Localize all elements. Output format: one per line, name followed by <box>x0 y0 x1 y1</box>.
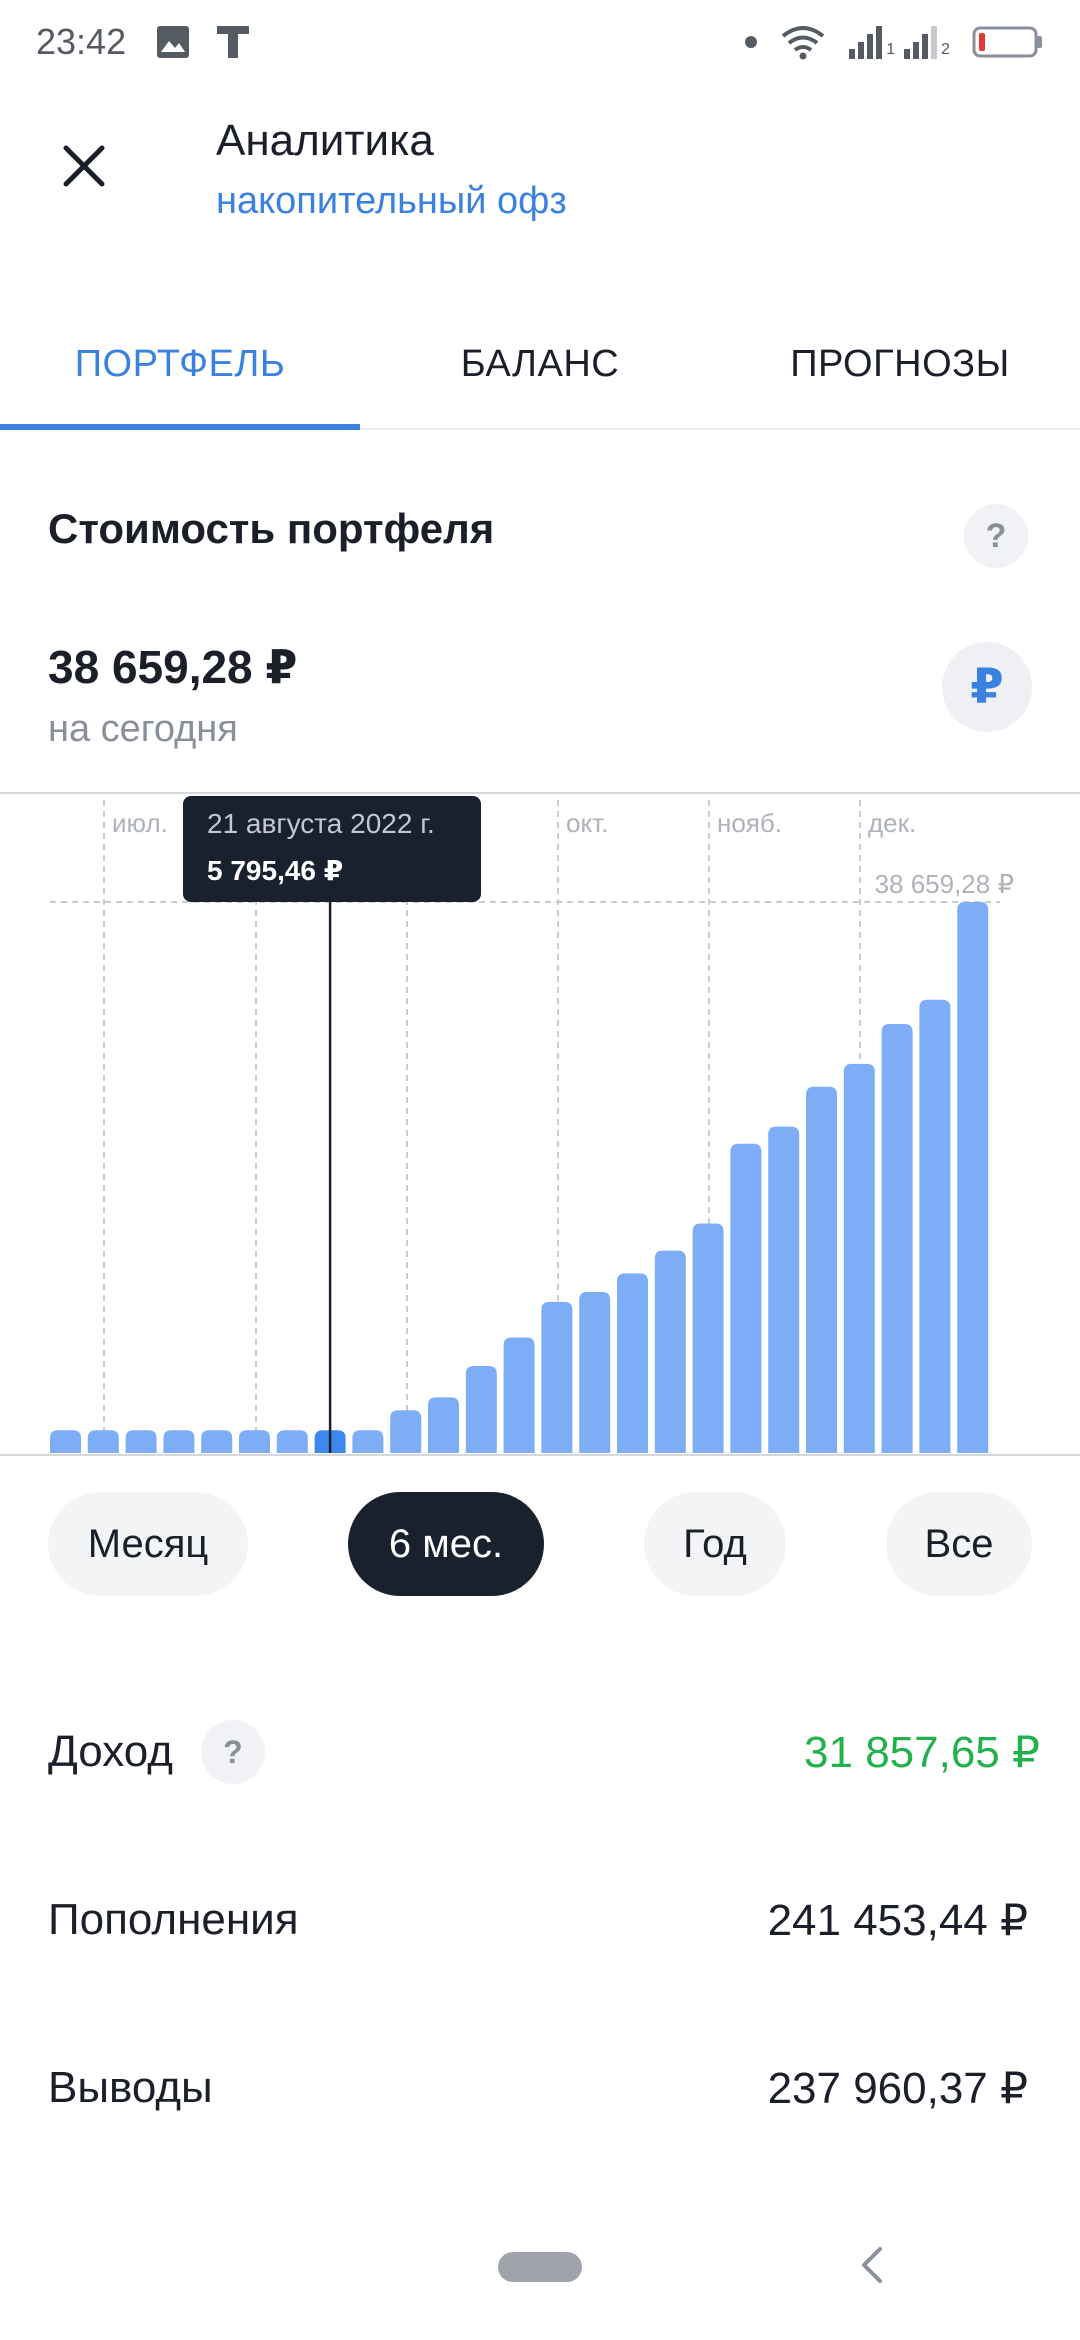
chart-bar <box>919 999 951 1453</box>
chart-bar <box>428 1397 459 1453</box>
sim1-label: 1 <box>886 41 896 58</box>
period-month-button[interactable]: Месяц <box>48 1492 248 1596</box>
max-value-label: 38 659,28 ₽ <box>875 869 1014 899</box>
back-icon <box>862 2247 882 2283</box>
status-time: 23:42 <box>36 21 127 62</box>
chart-bar <box>692 1223 724 1453</box>
currency-button[interactable]: ₽ <box>942 642 1032 732</box>
back-button[interactable] <box>850 2240 894 2290</box>
withdrawals-label: Выводы <box>48 2063 213 2112</box>
portfolio-value: 38 659,28 ₽ <box>48 641 298 693</box>
chart-tooltip: 21 августа 2022 г. 5 795,46 ₽ <box>183 796 481 902</box>
income-label: Доход <box>48 1727 173 1776</box>
tooltip-value: 5 795,46 ₽ <box>207 855 344 886</box>
chart-bar <box>125 1430 157 1453</box>
period-year-button[interactable]: Год <box>644 1492 786 1596</box>
chart-bar <box>806 1086 837 1453</box>
value-caption: на сегодня <box>48 708 238 750</box>
close-icon <box>63 145 105 187</box>
battery-icon <box>972 26 1042 58</box>
chart-bar <box>201 1430 233 1453</box>
portfolio-name: накопительный офз <box>216 180 567 222</box>
chart-bar <box>541 1301 573 1453</box>
chart-bar <box>768 1126 800 1453</box>
deposits-row: Пополнения 241 453,44 ₽ <box>48 1880 1040 1960</box>
tab-forecasts[interactable]: ПРОГНОЗЫ <box>720 300 1080 428</box>
chart-bar <box>654 1250 686 1453</box>
income-row: Доход ? 31 857,65 ₽ <box>48 1712 1040 1792</box>
signal-icon: 1 2 <box>848 25 950 59</box>
deposits-value: 241 453,44 ₽ <box>767 1895 1028 1945</box>
income-value: 31 857,65 ₽ <box>804 1727 1040 1777</box>
tab-balance[interactable]: БАЛАНС <box>360 300 720 428</box>
dot-icon <box>745 36 758 48</box>
chart-bar <box>730 1143 762 1453</box>
home-gesture-pill[interactable] <box>498 2252 582 2282</box>
chart-bar <box>352 1430 384 1453</box>
withdrawals-value: 237 960,37 ₽ <box>767 2063 1028 2113</box>
portfolio-chart[interactable]: июл.авг.сент.окт.нояб.дек.38 659,28 ₽ <box>0 792 1080 1458</box>
chart-bar <box>50 1430 81 1453</box>
t-icon <box>217 26 250 58</box>
chart-bar <box>843 1063 875 1453</box>
chart-bar <box>957 902 989 1453</box>
tooltip-date: 21 августа 2022 г. <box>207 808 435 839</box>
chart-bar <box>465 1366 497 1453</box>
help-button[interactable]: ? <box>964 504 1028 568</box>
chart-bar <box>87 1430 119 1453</box>
status-bar: 23:42 1 2 <box>0 0 1080 84</box>
period-selector: Месяц 6 мес. Год Все <box>48 1490 1032 1598</box>
month-label: дек. <box>868 808 916 838</box>
chart-bar <box>503 1337 535 1453</box>
section-title: Стоимость портфеля <box>48 505 495 552</box>
chart-bar <box>881 1023 913 1453</box>
chart-bar <box>163 1430 195 1453</box>
image-icon <box>157 26 190 58</box>
deposits-label: Пополнения <box>48 1895 299 1944</box>
chart-bar <box>276 1430 308 1453</box>
month-label: нояб. <box>717 808 782 838</box>
chart-bar <box>390 1410 422 1453</box>
month-label: июл. <box>112 808 168 838</box>
wifi-icon <box>781 26 825 60</box>
chart-bar <box>239 1430 270 1453</box>
tab-portfolio[interactable]: ПОРТФЕЛЬ <box>0 300 360 430</box>
close-button[interactable] <box>48 130 120 202</box>
page-title: Аналитика <box>216 116 434 165</box>
sim2-label: 2 <box>941 41 950 58</box>
tab-bar: ПОРТФЕЛЬ БАЛАНС ПРОГНОЗЫ <box>0 300 1080 430</box>
period-6m-button[interactable]: 6 мес. <box>348 1492 544 1596</box>
chart-svg: июл.авг.сент.окт.нояб.дек.38 659,28 ₽ <box>0 792 1080 1456</box>
withdrawals-row: Выводы 237 960,37 ₽ <box>48 2048 1040 2128</box>
chart-bar <box>579 1291 611 1453</box>
chart-bar <box>617 1273 648 1453</box>
income-help-button[interactable]: ? <box>200 1720 265 1784</box>
period-all-button[interactable]: Все <box>886 1492 1032 1596</box>
month-label: окт. <box>566 808 608 838</box>
